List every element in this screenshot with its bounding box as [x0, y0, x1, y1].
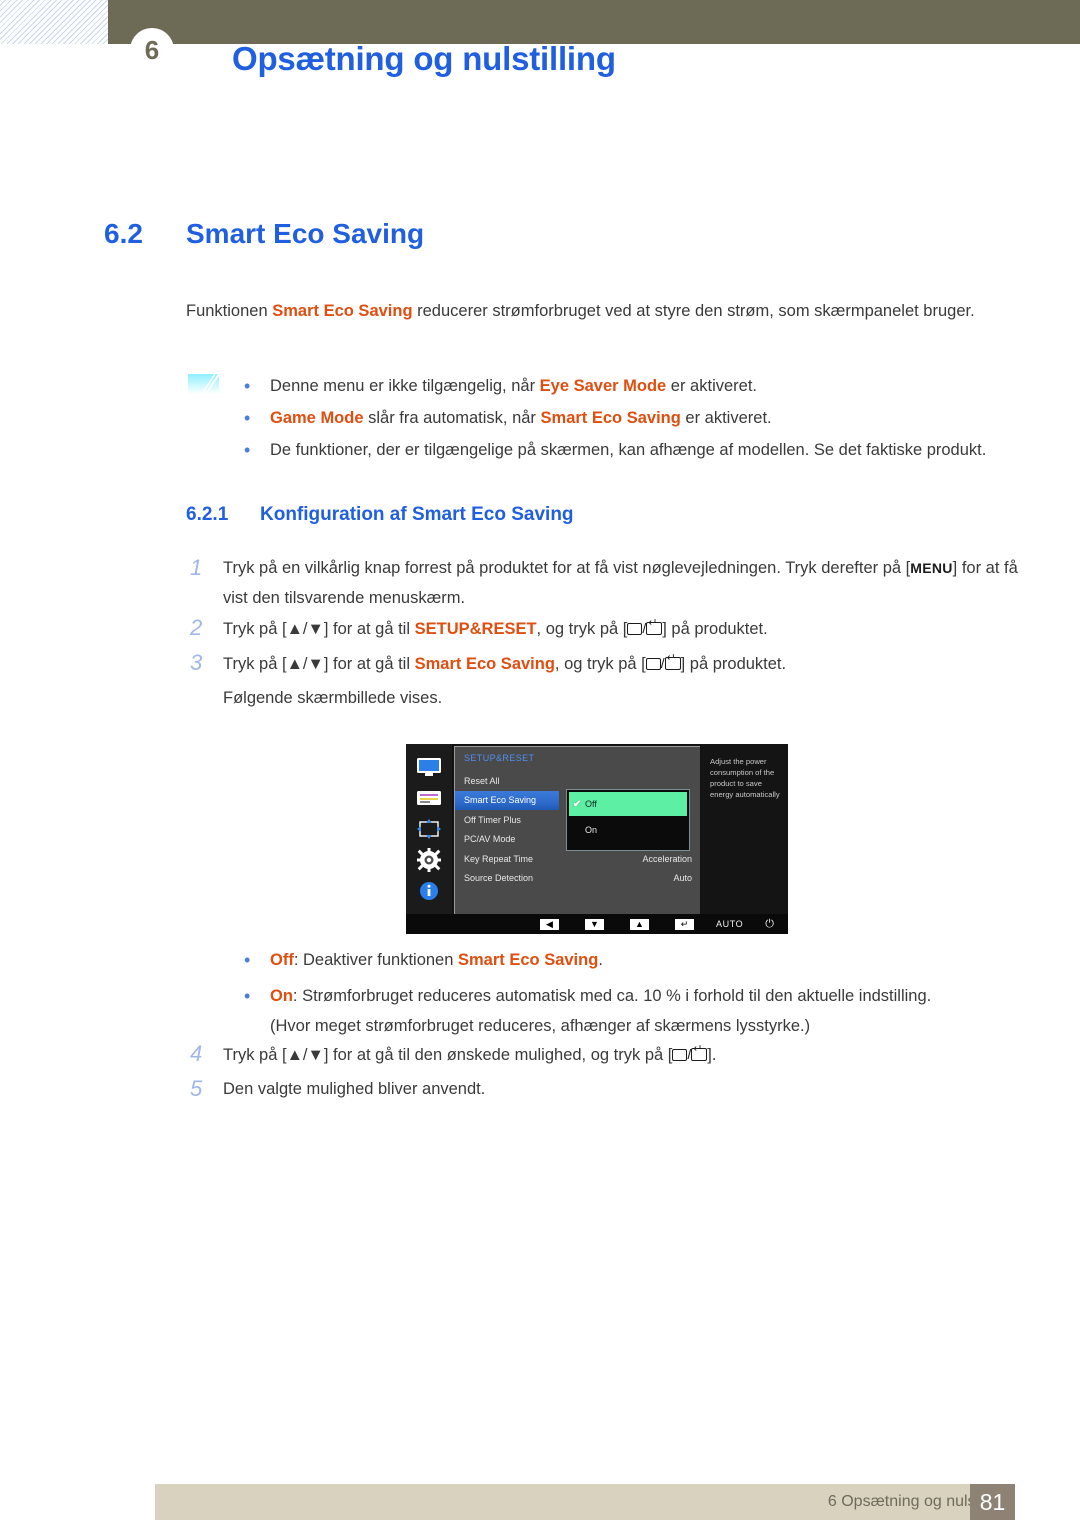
step-4-text-c: ].: [707, 1046, 717, 1064]
section-intro-paragraph: Funktionen Smart Eco Saving reducerer st…: [186, 296, 986, 326]
step-3-text-b: , og tryk på [: [554, 655, 646, 673]
check-icon: ✔: [573, 798, 582, 810]
osd-value-key-repeat-time: Acceleration: [642, 853, 692, 864]
osd-submenu-option-off[interactable]: ✔ Off: [569, 792, 687, 816]
picture-icon[interactable]: [414, 785, 444, 811]
osd-item-reset-all[interactable]: Reset All: [455, 771, 700, 791]
bullet-dot-icon: •: [244, 376, 251, 396]
option-off-pre: : Deaktiver funktionen: [293, 951, 458, 969]
note-bullet-2: • Game Mode slår fra automatisk, når Sma…: [244, 403, 1024, 433]
step-2-text-b: , og tryk på [: [536, 620, 628, 638]
osd-bottom-bar: ◀ ▼ ▲ ↵ AUTO ⏻: [406, 914, 788, 934]
bullet-dot-icon: •: [244, 408, 251, 428]
osd-auto-label[interactable]: AUTO: [716, 919, 743, 929]
osd-item-key-repeat-time[interactable]: Key Repeat Time Acceleration: [455, 849, 700, 869]
osd-submenu-option-on[interactable]: On: [567, 816, 689, 843]
osd-icon-bar: [406, 744, 452, 914]
enter-key-icon: [664, 653, 681, 670]
source-key-icon: [645, 658, 661, 670]
setup-gear-icon[interactable]: [414, 847, 444, 873]
step-3-continuation: Følgende skærmbillede vises.: [223, 689, 443, 707]
step-4: 4 Tryk på [▲/▼] for at gå til den ønsked…: [190, 1039, 1020, 1070]
monitor-icon[interactable]: [414, 754, 444, 780]
note-2-highlight-2: Smart Eco Saving: [540, 409, 681, 427]
osd-item-smart-eco-saving[interactable]: Smart Eco Saving: [455, 790, 559, 810]
note-2-highlight: Game Mode: [270, 409, 364, 427]
note-1-pre: Denne menu er ikke tilgængelig, når: [270, 377, 540, 395]
bullet-dot-icon: •: [244, 986, 251, 1006]
note-1-post: er aktiveret.: [666, 377, 758, 395]
step-1-number: 1: [190, 555, 203, 580]
note-icon: [186, 372, 224, 398]
osd-menu-title: SETUP&RESET: [464, 753, 535, 763]
source-key-icon: [672, 1049, 688, 1061]
step-2: 2 Tryk på [▲/▼] for at gå til SETUP&RESE…: [190, 613, 1020, 644]
step-5-text: Den valgte mulighed bliver anvendt.: [223, 1080, 486, 1098]
note-bullet-1: • Denne menu er ikke tilgængelig, når Ey…: [244, 371, 1024, 401]
step-4-text-a: Tryk på [▲/▼] for at gå til den ønskede …: [223, 1046, 673, 1064]
section-title: Smart Eco Saving: [186, 218, 425, 249]
page-title: Opsætning og nulstilling: [232, 40, 616, 77]
chapter-number-badge: 6: [130, 28, 174, 72]
intro-post: reducerer strømforbruget ved at styre de…: [412, 302, 975, 320]
section-number: 6.2: [104, 218, 143, 249]
position-icon[interactable]: [414, 816, 444, 842]
intro-highlight: Smart Eco Saving: [272, 302, 413, 320]
bullet-dot-icon: •: [244, 440, 251, 460]
option-on-pre: : Strømforbruget reduceres automatisk me…: [292, 987, 932, 1005]
step-2-number: 2: [190, 615, 203, 640]
osd-key-down-icon[interactable]: ▼: [585, 918, 604, 930]
option-off-post: .: [598, 951, 603, 969]
intro-pre: Funktionen: [186, 302, 273, 320]
step-3: 3 Tryk på [▲/▼] for at gå til Smart Eco …: [190, 648, 1020, 679]
option-on-label: On: [270, 987, 293, 1005]
subsection-heading: 6.2.1 Konfiguration af Smart Eco Saving: [186, 504, 1026, 526]
option-off-label: Off: [270, 951, 294, 969]
note-2-mid: slår fra automatisk, når: [363, 409, 541, 427]
option-bullet-off: • Off: Deaktiver funktionen Smart Eco Sa…: [244, 945, 1024, 975]
enter-key-icon: [646, 618, 663, 635]
option-on-second-line: (Hvor meget strømforbruget reduceres, af…: [270, 1017, 811, 1035]
option-bullet-on: • On: Strømforbruget reduceres automatis…: [244, 981, 1034, 1041]
note-bullet-3: • De funktioner, der er tilgængelige på …: [244, 435, 1034, 465]
osd-item-source-detection[interactable]: Source Detection Auto: [455, 869, 700, 889]
osd-screenshot: SETUP&RESET Reset All Smart Eco Saving O…: [406, 744, 788, 934]
osd-help-text: Adjust the power consumption of the prod…: [702, 744, 788, 914]
subsection-number: 6.2.1: [186, 504, 229, 525]
step-3-text-c: ] på produktet.: [680, 655, 787, 673]
note-1-highlight: Eye Saver Mode: [539, 377, 667, 395]
information-icon[interactable]: [414, 878, 444, 904]
osd-key-enter-icon[interactable]: ↵: [675, 918, 694, 930]
subsection-title: Konfiguration af Smart Eco Saving: [260, 504, 574, 525]
osd-key-left-icon[interactable]: ◀: [540, 918, 559, 930]
bullet-dot-icon: •: [244, 950, 251, 970]
note-3-text: De funktioner, der er tilgængelige på sk…: [270, 441, 987, 459]
step-2-text-a: Tryk på [▲/▼] for at gå til: [223, 620, 415, 638]
step-4-number: 4: [190, 1041, 203, 1066]
step-5: 5 Den valgte mulighed bliver anvendt.: [190, 1074, 1020, 1104]
osd-power-icon[interactable]: ⏻: [765, 918, 774, 931]
header-hatch-pattern: [0, 0, 108, 44]
note-2-post: er aktiveret.: [680, 409, 772, 427]
option-off-highlight: Smart Eco Saving: [458, 951, 599, 969]
step-2-text-c: ] på produktet.: [662, 620, 768, 638]
step-1: 1 Tryk på en vilkårlig knap forrest på p…: [190, 553, 1020, 613]
source-key-icon: [627, 623, 643, 635]
enter-key-icon: [691, 1044, 708, 1061]
step-3-text-a: Tryk på [▲/▼] for at gå til: [223, 655, 415, 673]
step-3-highlight: Smart Eco Saving: [414, 655, 555, 673]
step-2-highlight: SETUP&RESET: [414, 620, 537, 638]
step-1-text-a: Tryk på en vilkårlig knap forrest på pro…: [223, 559, 911, 577]
section-heading: 6.2 Smart Eco Saving: [104, 218, 1004, 250]
step-3-number: 3: [190, 650, 203, 675]
osd-key-up-icon[interactable]: ▲: [630, 918, 649, 930]
header-bar: [108, 0, 1080, 44]
menu-key-label: MENU: [910, 560, 953, 576]
step-5-number: 5: [190, 1076, 203, 1101]
osd-submenu-popup: ✔ Off On: [566, 789, 690, 851]
osd-value-source-detection: Auto: [673, 873, 692, 884]
footer-page-number: 81: [970, 1484, 1015, 1520]
